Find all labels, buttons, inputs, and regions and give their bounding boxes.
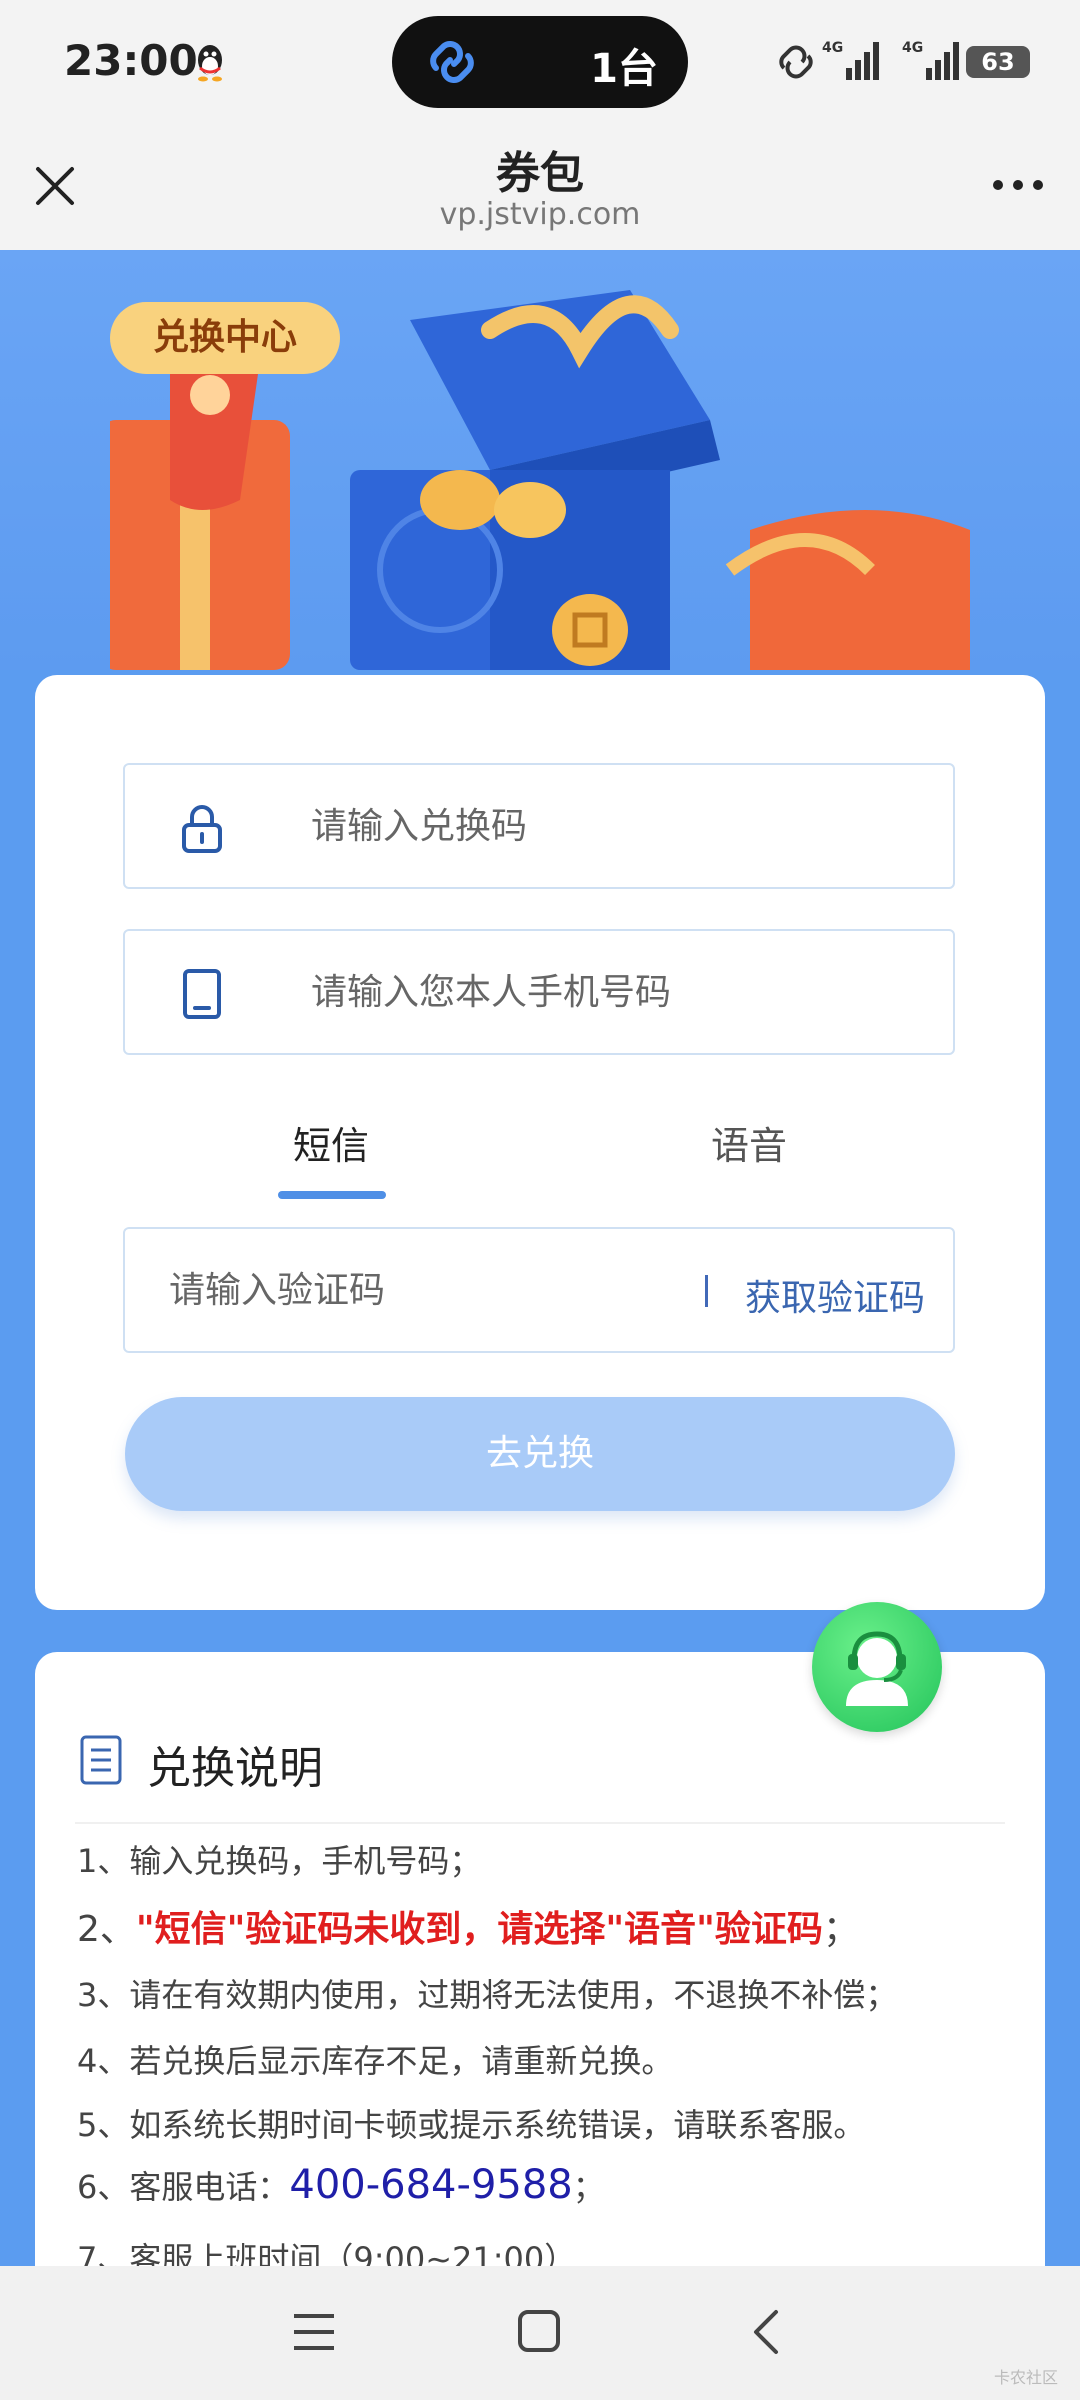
service-phone-link[interactable]: 400-684-9588 [289, 2162, 572, 2208]
signal-icon: 4G [822, 40, 879, 80]
island-text: 1台 [590, 46, 658, 92]
instruction-number: 2、 [77, 1909, 136, 1950]
watermark: 卡农社区 [993, 2368, 1058, 2387]
home-icon[interactable] [516, 2308, 562, 2354]
redeem-code-input[interactable] [311, 765, 911, 887]
page-title: 券包 [496, 148, 584, 199]
customer-service-icon [846, 1631, 908, 1706]
verify-code-field[interactable]: 获取验证码 [123, 1227, 955, 1353]
instruction-line-3: 3、请在有效期内使用，过期将无法使用，不退换不补偿； [77, 1976, 898, 2014]
dynamic-island[interactable]: 1台 [392, 16, 688, 108]
signal-icon: 4G [902, 40, 959, 80]
verify-code-input[interactable] [169, 1229, 669, 1351]
menu-icon[interactable] [290, 2310, 338, 2354]
instruction-suffix: ； [572, 2168, 605, 2206]
document-icon [80, 1735, 122, 1785]
battery-indicator: 63 [966, 46, 1030, 78]
phone-input[interactable] [311, 931, 911, 1053]
instruction-line-5: 5、如系统长期时间卡顿或提示系统错误，请联系客服。 [77, 2106, 866, 2144]
link-icon [430, 41, 474, 83]
tab-voice[interactable]: 语音 [711, 1115, 787, 1170]
instruction-label: 6、客服电话： [77, 2168, 290, 2206]
get-code-button[interactable]: 获取验证码 [745, 1269, 925, 1321]
exchange-center-badge: 兑换中心 [110, 302, 340, 374]
banner: 兑换中心 [0, 250, 1080, 670]
redeem-code-field[interactable] [123, 763, 955, 889]
active-tab-indicator [278, 1191, 386, 1199]
tab-sms[interactable]: 短信 [293, 1115, 369, 1170]
instruction-line-6: 6、客服电话：400-684-9588； [77, 2162, 605, 2208]
instruction-line-1: 1、输入兑换码，手机号码； [77, 1842, 482, 1880]
instructions-title: 兑换说明 [147, 1743, 323, 1794]
svg-text:4G: 4G [822, 40, 843, 56]
more-icon[interactable] [990, 175, 1046, 195]
page-url: vp.jstvip.com [439, 197, 641, 232]
redeem-button[interactable]: 去兑换 [125, 1397, 955, 1511]
hotspot-link-icon [779, 45, 813, 79]
status-time: 23:00 [64, 36, 198, 85]
system-nav-bar: 卡农社区 [0, 2266, 1080, 2400]
qq-icon [198, 45, 222, 82]
back-icon[interactable] [746, 2306, 786, 2358]
instruction-suffix: ； [822, 1909, 859, 1950]
instruction-line-4: 4、若兑换后显示库存不足，请重新兑换。 [77, 2042, 674, 2080]
phone-icon [183, 969, 221, 1019]
lock-icon [182, 805, 222, 853]
instruction-line-2: 2、"短信"验证码未收到，请选择"语音"验证码； [77, 1900, 859, 1952]
svg-text:4G: 4G [902, 40, 923, 56]
divider [75, 1822, 1005, 1824]
status-bar: 23:00 1台 4G 4G 63 [0, 0, 1080, 125]
customer-service-button[interactable] [812, 1602, 942, 1732]
divider [705, 1275, 708, 1307]
redeem-form-card: 短信 语音 获取验证码 去兑换 [35, 675, 1045, 1610]
phone-field[interactable] [123, 929, 955, 1055]
instruction-warning: "短信"验证码未收到，请选择"语音"验证码 [135, 1909, 823, 1950]
nav-bar: 券包 vp.jstvip.com [0, 125, 1080, 250]
